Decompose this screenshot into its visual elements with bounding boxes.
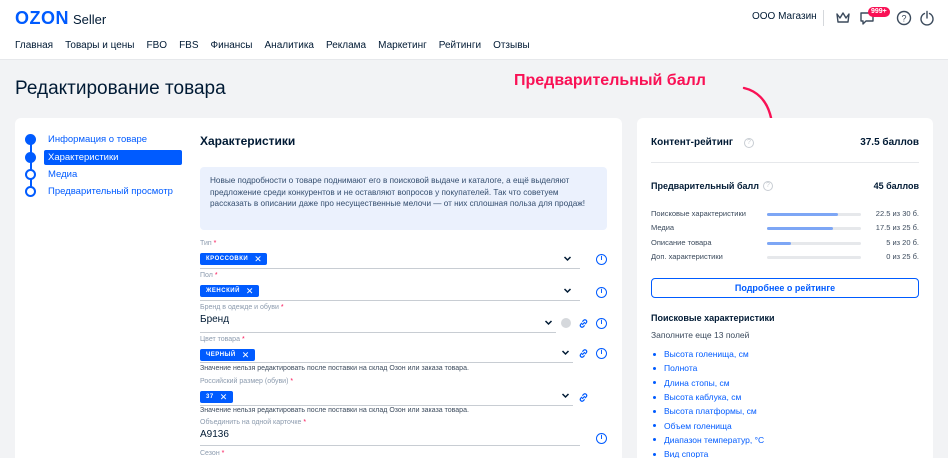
progress-track: [767, 227, 861, 230]
section-title: Характеристики: [200, 134, 296, 148]
header-divider: [823, 10, 824, 26]
step-todo-icon: [25, 185, 36, 197]
step-characteristics[interactable]: Характеристики: [25, 149, 185, 165]
nav-item-products[interactable]: Товары и цены: [65, 40, 134, 51]
field-size: Российский размер (обуви) * 37 ✕ Значение…: [200, 378, 607, 418]
remove-chip-icon[interactable]: ✕: [246, 286, 254, 297]
metric-row: Поисковые характеристики 22.5 из 30 б.: [651, 209, 919, 218]
nav-item-analytics[interactable]: Аналитика: [265, 40, 315, 51]
main-nav: Главная Товары и цены FBO FBS Финансы Ан…: [15, 40, 542, 51]
metric-row: Доп. характеристики 0 из 25 б.: [651, 252, 919, 261]
preliminary-score-value: 45 баллов: [873, 181, 919, 191]
chip-size[interactable]: 37 ✕: [200, 391, 233, 403]
merge-card-value[interactable]: A9136: [200, 429, 607, 440]
field-gender: Пол * ЖЕНСКИЙ ✕ i: [200, 272, 607, 302]
missing-field-link[interactable]: Диапазон температур, °С: [651, 433, 764, 447]
shop-name[interactable]: ООО Магазин: [752, 11, 817, 22]
info-banner: Новые подробности о товаре поднимают его…: [200, 167, 607, 230]
nav-item-marketing[interactable]: Маркетинг: [378, 40, 427, 51]
characteristics-card: Информация о товаре Характеристики Медиа…: [15, 118, 622, 458]
field-hint: Значение нельзя редактировать после пост…: [200, 365, 469, 372]
preliminary-score-title: Предварительный балл: [651, 181, 759, 191]
field-season: Сезон *: [200, 450, 225, 457]
chevron-down-icon[interactable]: [544, 318, 553, 327]
link-icon[interactable]: [578, 392, 589, 403]
clear-icon[interactable]: [561, 318, 571, 328]
chevron-down-icon[interactable]: [561, 391, 570, 400]
content-rating-title: Контент-рейтинг: [651, 137, 734, 148]
chevron-down-icon[interactable]: [561, 348, 570, 357]
step-done-icon: [25, 133, 36, 145]
missing-field-link[interactable]: Высота каблука, см: [651, 390, 764, 404]
remove-chip-icon[interactable]: ✕: [220, 392, 228, 403]
step-active-icon: [25, 151, 36, 163]
progress-track: [767, 213, 861, 216]
crown-icon[interactable]: [834, 9, 852, 27]
logo-product: Seller: [73, 12, 107, 27]
nav-item-fbo[interactable]: FBO: [147, 40, 168, 51]
info-icon[interactable]: i: [596, 254, 607, 265]
info-icon[interactable]: i: [596, 318, 607, 329]
progress-track: [767, 256, 861, 259]
field-merge-card: Объединить на одной карточке * A9136 i: [200, 419, 607, 449]
link-icon[interactable]: [578, 318, 589, 329]
ozon-seller-logo[interactable]: OZON Seller: [15, 8, 106, 29]
remove-chip-icon[interactable]: ✕: [254, 254, 262, 265]
missing-field-link[interactable]: Полнота: [651, 361, 764, 375]
top-bar: OZON Seller ООО Магазин 999+ ? Главная Т…: [0, 0, 948, 60]
nav-item-home[interactable]: Главная: [15, 40, 53, 51]
metric-row: Медиа 17.5 из 25 б.: [651, 223, 919, 232]
step-product-info[interactable]: Информация о товаре: [25, 132, 185, 146]
nav-item-ratings[interactable]: Рейтинги: [439, 40, 481, 51]
chip-type[interactable]: КРОССОВКИ ✕: [200, 253, 268, 265]
info-icon[interactable]: i: [596, 287, 607, 298]
info-icon[interactable]: i: [596, 433, 607, 444]
rating-details-button[interactable]: Подробнее о рейтинге: [651, 278, 919, 298]
metric-row: Описание товара 5 из 20 б.: [651, 238, 919, 247]
chip-gender[interactable]: ЖЕНСКИЙ ✕: [200, 285, 259, 297]
nav-item-ads[interactable]: Реклама: [326, 40, 366, 51]
progress-fill: [767, 213, 838, 216]
field-color: Цвет товара * ЧЕРНЫЙ ✕ i Значение нельзя …: [200, 336, 607, 376]
help-icon[interactable]: ?: [744, 138, 754, 148]
help-icon[interactable]: ?: [763, 181, 773, 191]
logout-icon[interactable]: [918, 9, 936, 27]
chevron-down-icon[interactable]: [563, 254, 572, 263]
step-preview[interactable]: Предварительный просмотр: [25, 184, 185, 198]
chip-color[interactable]: ЧЕРНЫЙ ✕: [200, 349, 255, 361]
nav-item-finance[interactable]: Финансы: [211, 40, 253, 51]
missing-field-link[interactable]: Объем голенища: [651, 418, 764, 432]
search-characteristics-title: Поисковые характеристики: [651, 313, 775, 323]
missing-fields-list: Высота голенища, см Полнота Длина стопы,…: [651, 347, 764, 458]
progress-track: [767, 242, 861, 245]
link-icon[interactable]: [578, 348, 589, 359]
notifications-badge: 999+: [868, 7, 890, 17]
annotation-label: Предварительный балл: [514, 72, 706, 89]
missing-field-link[interactable]: Вид спорта: [651, 447, 764, 458]
rating-card: Контент-рейтинг ? 37.5 баллов Предварите…: [637, 118, 933, 458]
step-todo-icon: [25, 168, 36, 180]
field-type: Тип * КРОССОВКИ ✕ i: [200, 240, 607, 270]
step-media[interactable]: Медиа: [25, 167, 185, 181]
chevron-down-icon[interactable]: [563, 286, 572, 295]
nav-item-fbs[interactable]: FBS: [179, 40, 198, 51]
progress-fill: [767, 242, 791, 245]
progress-fill: [767, 227, 833, 230]
divider: [651, 162, 919, 163]
content-rating-score: 37.5 баллов: [860, 137, 919, 148]
page-title: Редактирование товара: [15, 78, 226, 99]
logo-brand: OZON: [15, 8, 69, 28]
missing-field-link[interactable]: Длина стопы, см: [651, 376, 764, 390]
svg-text:?: ?: [901, 14, 906, 24]
field-hint: Значение нельзя редактировать после пост…: [200, 407, 469, 414]
info-icon[interactable]: i: [596, 348, 607, 359]
missing-field-link[interactable]: Высота платформы, см: [651, 404, 764, 418]
search-characteristics-subtitle: Заполните еще 13 полей: [651, 330, 750, 340]
field-brand: Бренд в одежде и обуви * Бренд i: [200, 304, 607, 334]
nav-item-reviews[interactable]: Отзывы: [493, 40, 530, 51]
help-icon[interactable]: ?: [895, 9, 913, 27]
remove-chip-icon[interactable]: ✕: [242, 350, 250, 361]
missing-field-link[interactable]: Высота голенища, см: [651, 347, 764, 361]
